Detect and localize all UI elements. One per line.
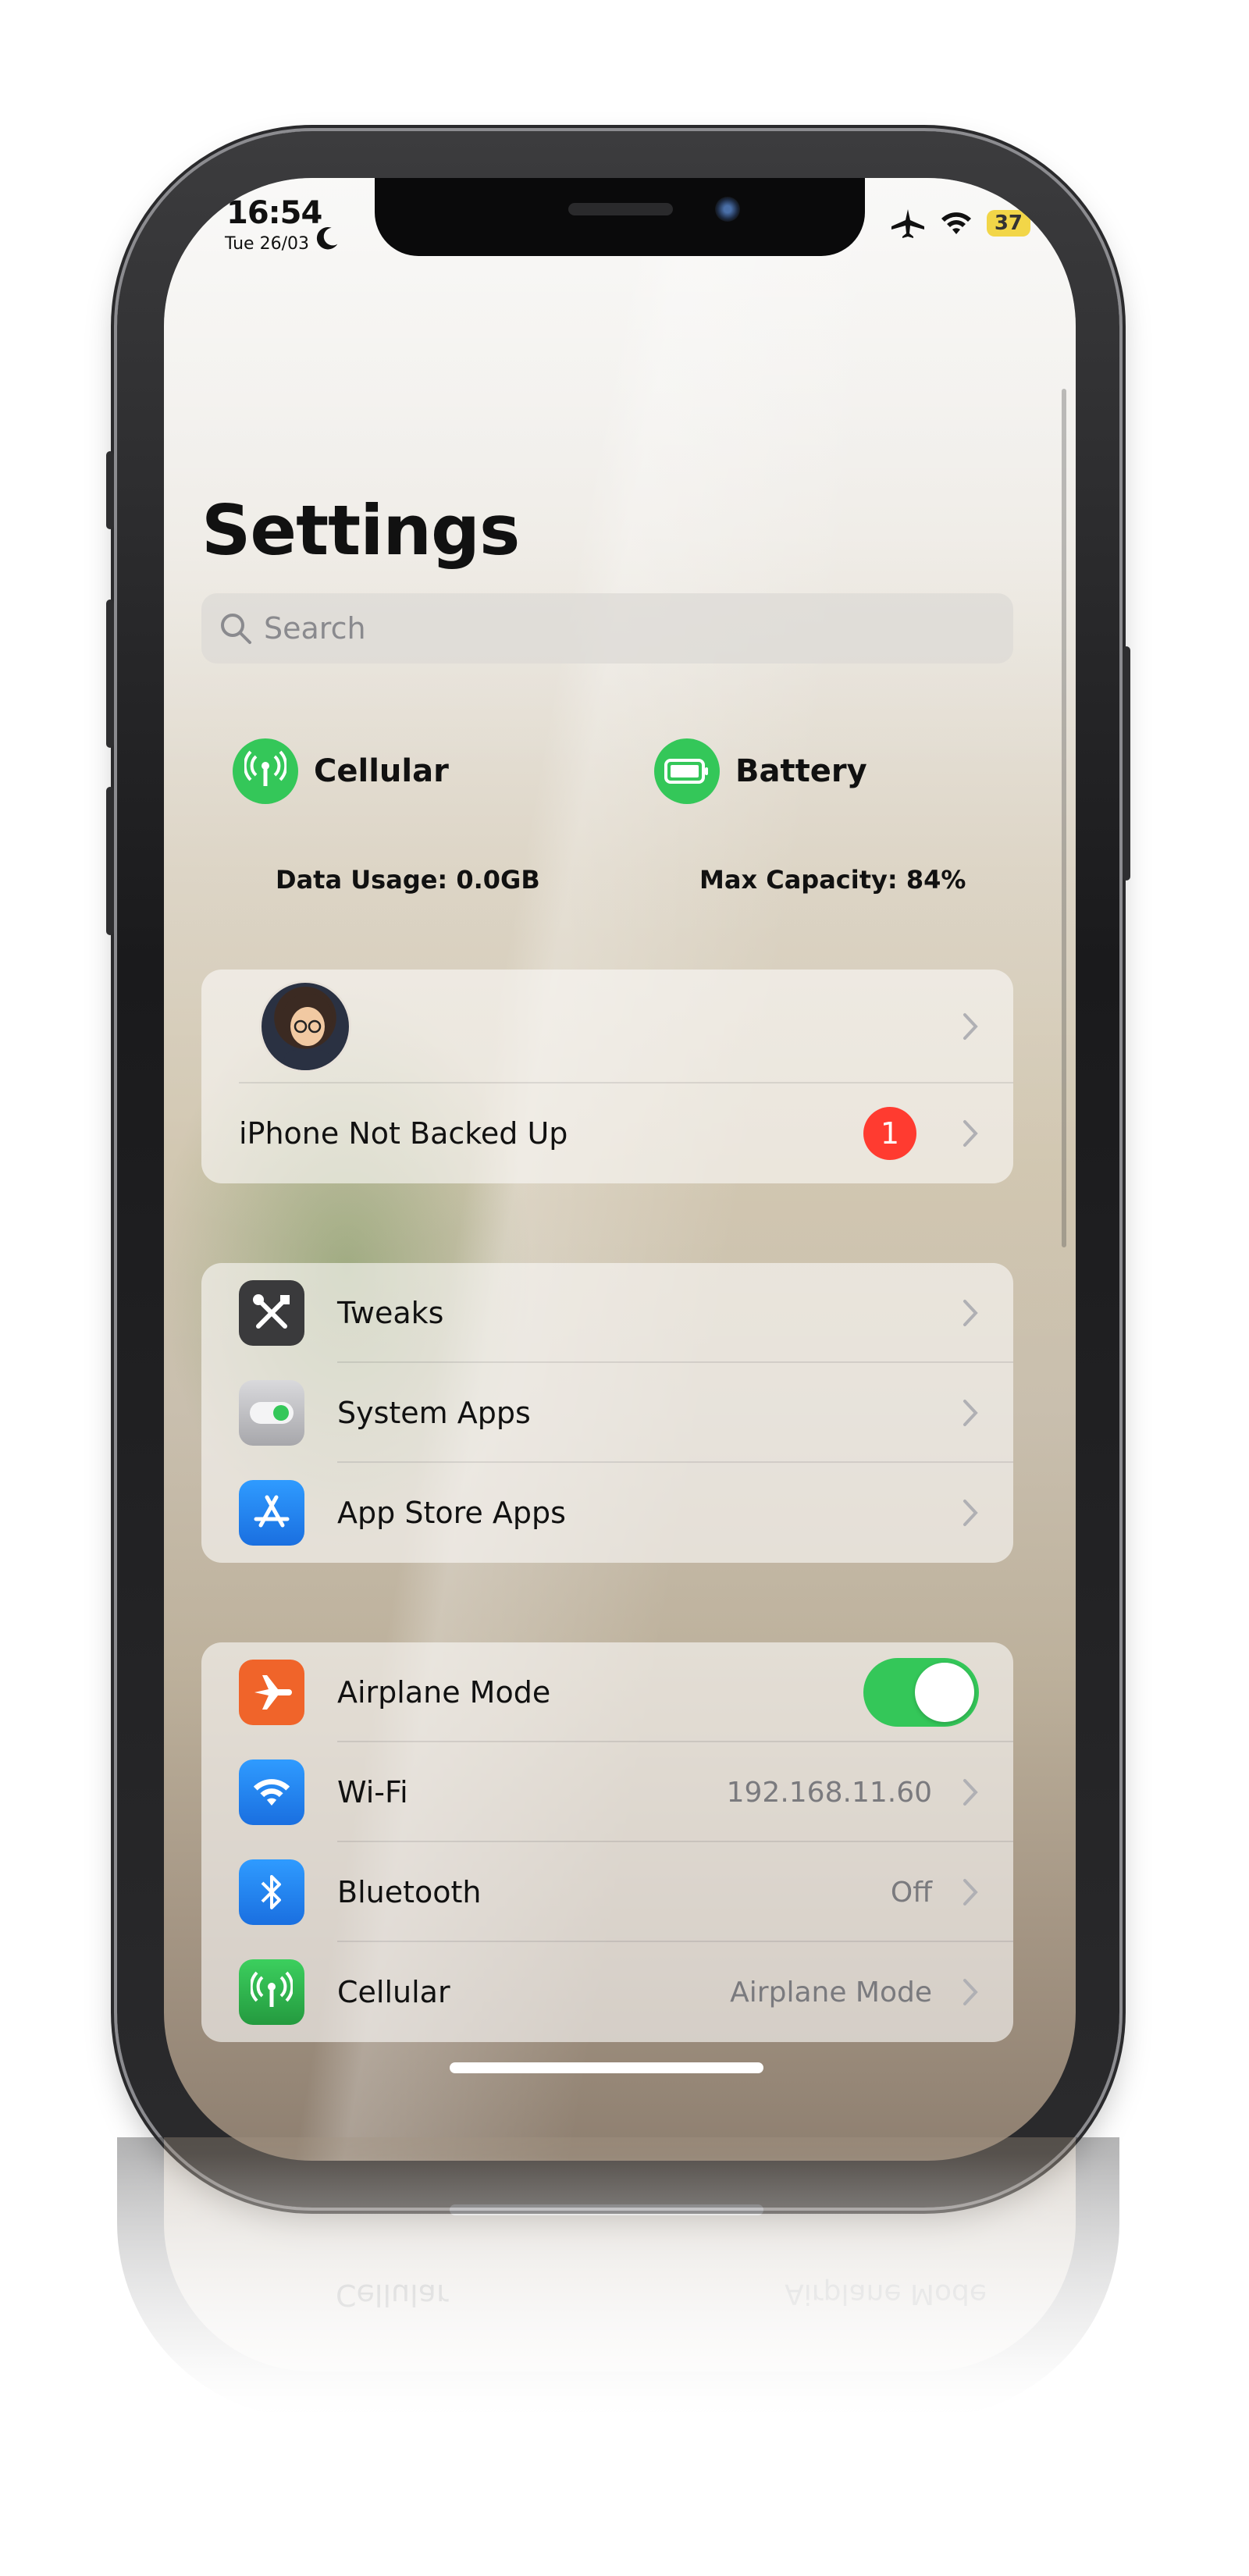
status-date: Tue 26/03	[225, 234, 309, 254]
backup-label: iPhone Not Backed Up	[239, 1116, 568, 1151]
notch	[375, 178, 865, 256]
chevron-right-icon	[963, 1779, 978, 1806]
volume-up-button	[106, 600, 114, 748]
chevron-right-icon	[963, 1500, 978, 1526]
row-label: Tweaks	[337, 1296, 444, 1330]
airplane-mode-toggle[interactable]	[863, 1658, 979, 1727]
row-label: Bluetooth	[337, 1875, 482, 1909]
apps-group: Tweaks System Apps App Store Apps	[201, 1263, 1013, 1563]
search-icon	[221, 614, 251, 644]
wifi-icon	[941, 212, 971, 234]
toggle-icon	[239, 1380, 304, 1446]
wifi-icon	[239, 1759, 304, 1825]
cellular-widget[interactable]: Cellular	[233, 738, 449, 804]
power-button	[1123, 646, 1130, 881]
tweaks-row[interactable]: Tweaks	[201, 1263, 1013, 1363]
data-usage-value: Data Usage: 0.0GB	[276, 865, 540, 895]
moon-icon	[316, 226, 338, 250]
row-label: Airplane Mode	[337, 1675, 551, 1710]
system-apps-row[interactable]: System Apps	[201, 1363, 1013, 1463]
toggle-knob	[915, 1663, 974, 1722]
chevron-right-icon	[963, 1120, 978, 1147]
row-label: Cellular	[337, 1975, 450, 2009]
avatar	[259, 980, 351, 1073]
cellular-row[interactable]: Cellular Airplane Mode	[201, 1942, 1013, 2042]
status-icons: 37	[890, 208, 1030, 239]
earpiece-speaker	[568, 203, 673, 215]
battery-level: 37	[986, 210, 1030, 237]
battery-widget[interactable]: Battery	[654, 738, 867, 804]
screen: 16:54 Tue 26/03 37 Settings Search Cellu…	[164, 178, 1076, 2161]
search-placeholder: Search	[264, 611, 366, 646]
account-group: iPhone Not Backed Up 1	[201, 970, 1013, 1183]
battery-icon	[654, 738, 720, 804]
antenna-icon	[239, 1959, 304, 2025]
chevron-right-icon	[963, 1013, 978, 1040]
chevron-right-icon	[963, 1300, 978, 1326]
reflection-fade	[0, 2154, 1249, 2576]
row-label: App Store Apps	[337, 1496, 566, 1530]
front-camera	[715, 197, 740, 222]
battery-widget-title: Battery	[735, 753, 867, 789]
chevron-right-icon	[963, 1879, 978, 1905]
antenna-icon	[233, 738, 298, 804]
status-time: 16:54	[226, 195, 322, 231]
home-indicator[interactable]	[450, 2062, 763, 2073]
row-value: Off	[890, 1876, 932, 1909]
row-value: 192.168.11.60	[726, 1776, 932, 1809]
notification-badge: 1	[863, 1107, 916, 1160]
chevron-right-icon	[963, 1400, 978, 1426]
wifi-row[interactable]: Wi-Fi 192.168.11.60	[201, 1742, 1013, 1842]
bluetooth-row[interactable]: Bluetooth Off	[201, 1842, 1013, 1942]
row-value: Airplane Mode	[730, 1976, 932, 2008]
chevron-right-icon	[963, 1979, 978, 2005]
airplane-icon	[891, 209, 924, 238]
row-label: Wi-Fi	[337, 1775, 408, 1809]
row-label: System Apps	[337, 1396, 531, 1430]
volume-down-button	[106, 787, 114, 935]
airplane-icon	[239, 1660, 304, 1725]
scrollbar[interactable]	[1062, 389, 1066, 1247]
backup-row[interactable]: iPhone Not Backed Up 1	[201, 1083, 1013, 1183]
connectivity-group: Airplane Mode Wi-Fi 192.168.11.60 Blueto…	[201, 1642, 1013, 2042]
cellular-widget-title: Cellular	[314, 753, 449, 789]
app-store-icon	[239, 1480, 304, 1546]
max-capacity-value: Max Capacity: 84%	[699, 865, 966, 895]
airplane-mode-row: Airplane Mode	[201, 1642, 1013, 1742]
page-title: Settings	[201, 490, 520, 571]
search-input[interactable]: Search	[201, 593, 1013, 664]
bluetooth-icon	[239, 1859, 304, 1925]
mute-switch	[106, 451, 114, 529]
profile-row[interactable]	[201, 970, 1013, 1083]
app-store-apps-row[interactable]: App Store Apps	[201, 1463, 1013, 1563]
tools-icon	[239, 1280, 304, 1346]
